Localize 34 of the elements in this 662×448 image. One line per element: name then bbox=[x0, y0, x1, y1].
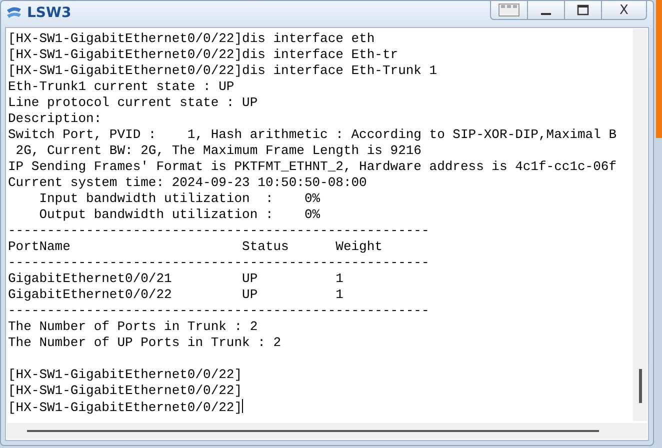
minimize-button[interactable] bbox=[527, 0, 565, 20]
terminal-line: The Number of UP Ports in Trunk : 2 bbox=[8, 335, 282, 351]
terminal-line: The Number of Ports in Trunk : 2 bbox=[8, 319, 258, 335]
terminal-line: Output bandwidth utilization : 0% bbox=[38, 207, 320, 223]
vertical-scrollbar[interactable] bbox=[633, 29, 647, 421]
horizontal-scrollbar[interactable] bbox=[7, 423, 647, 439]
terminal-line: [HX-SW1-GigabitEthernet0/0/22] bbox=[8, 383, 242, 399]
scroll-thumb[interactable] bbox=[27, 430, 599, 432]
terminal-line: IP Sending Frames' Format is PKTFMT_ETHNT_2, Hardware address is 4c1f-cc1c-06f bbox=[8, 159, 616, 175]
terminal-line: [HX-SW1-GigabitEthernet0/0/22]dis interface eth bbox=[8, 31, 375, 47]
terminal-line: [HX-SW1-GigabitEthernet0/0/22] bbox=[8, 399, 244, 415]
minimize-icon bbox=[541, 13, 551, 15]
terminal-line: [HX-SW1-GigabitEthernet0/0/22] bbox=[8, 367, 242, 383]
tiles-icon bbox=[498, 3, 520, 17]
maximize-icon bbox=[577, 4, 589, 16]
terminal-line: Current system time: 2024-09-23 10:50:50-08:00 bbox=[8, 175, 367, 191]
window-title: LSW3 bbox=[27, 5, 72, 21]
terminal-line: 2G, Current BW: 2G, The Maximum Frame Length is 9216 bbox=[14, 143, 422, 159]
close-button[interactable]: X bbox=[601, 0, 647, 20]
terminal-line: ------------------------------------------------------ bbox=[8, 223, 430, 239]
terminal-line: Line protocol current state : UP bbox=[8, 95, 258, 111]
terminal-line: Description: bbox=[8, 111, 102, 127]
terminal-line: ------------------------------------------------------ bbox=[8, 255, 430, 271]
terminal-line: GigabitEthernet0/0/22 UP 1 bbox=[8, 287, 344, 303]
terminal-line: Input bandwidth utilization : 0% bbox=[38, 191, 320, 207]
terminal-line: [HX-SW1-GigabitEthernet0/0/22]dis interface Eth-tr bbox=[8, 47, 398, 63]
scroll-thumb[interactable] bbox=[639, 369, 642, 403]
terminal-line: Eth-Trunk1 current state : UP bbox=[8, 79, 234, 95]
terminal-line: Switch Port, PVID : 1, Hash arithmetic : According to SIP-XOR-DIP,Maximal B bbox=[8, 127, 616, 143]
terminal-line: [HX-SW1-GigabitEthernet0/0/22]dis interface Eth-Trunk 1 bbox=[8, 63, 438, 79]
terminal-line: ------------------------------------------------------ bbox=[8, 303, 430, 319]
maximize-button[interactable] bbox=[564, 0, 602, 20]
terminal-line: GigabitEthernet0/0/21 UP 1 bbox=[8, 271, 344, 287]
terminal-line: PortName Status Weight bbox=[8, 239, 382, 255]
